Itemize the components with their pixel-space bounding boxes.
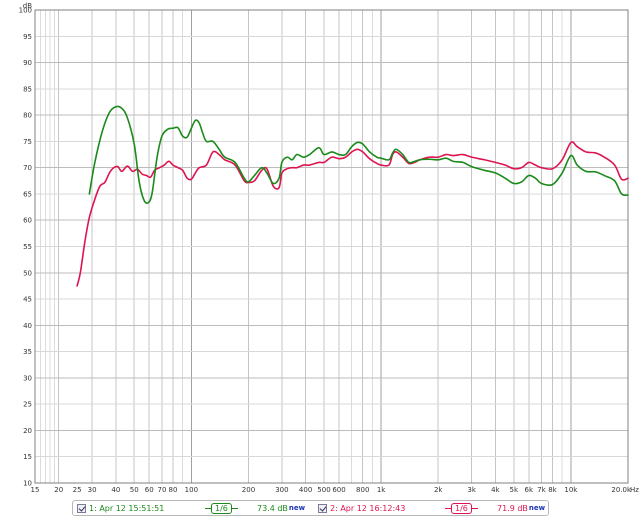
y-tick-label: 75 xyxy=(23,138,32,146)
y-tick-label: 40 xyxy=(23,322,32,330)
chart-svg: 101520253035404550556065707580859095100d… xyxy=(19,2,640,494)
y-tick-label: 55 xyxy=(23,243,32,251)
x-tick-label: 20 xyxy=(54,486,63,494)
series-2-line-swatch-right xyxy=(471,507,478,509)
series-1-level-value: 73.4 dB xyxy=(257,503,288,513)
x-tick-label: 50 xyxy=(130,486,139,494)
series-2-level-value: 71.9 dB xyxy=(497,503,528,513)
x-tick-label: 60 xyxy=(145,486,154,494)
x-tick-label: 600 xyxy=(332,486,345,494)
y-tick-label: 60 xyxy=(23,217,32,225)
x-axis-unit: Hz xyxy=(630,486,639,494)
x-tick-labels: 15 20 25 30 40 50 60 70 80 100 200 300 400 500 600 800 1… xyxy=(31,486,632,494)
y-axis-unit: dB xyxy=(23,2,32,10)
series-1-label: 1: Apr 12 15:51:51 xyxy=(89,503,165,513)
series-2-level: 71.9 dB new xyxy=(497,501,545,515)
x-tick-label: 100 xyxy=(185,486,198,494)
x-tick-label: 3k xyxy=(467,486,476,494)
x-tick-label: 2k xyxy=(434,486,443,494)
x-tick-label: 500 xyxy=(317,486,330,494)
x-tick-label: 80 xyxy=(168,486,177,494)
x-tick-label: 15 xyxy=(31,486,40,494)
y-tick-label: 85 xyxy=(23,85,32,93)
x-tick-label: 300 xyxy=(275,486,288,494)
series-1-new-tag[interactable]: new xyxy=(289,504,305,512)
x-tick-label: 200 xyxy=(242,486,255,494)
y-tick-labels: 101520253035404550556065707580859095100 xyxy=(19,7,32,488)
frequency-response-chart[interactable]: 10 15 20 25 30 35 40 45 50 55 60 65 70 75 80 85 90 95 100 d… xyxy=(0,0,640,498)
y-tick-label: 45 xyxy=(23,296,32,304)
y-tick-label: 70 xyxy=(23,164,32,172)
check-icon xyxy=(319,503,327,512)
legend-bar: 1: Apr 12 15:51:51 1/6 73.4 dB new 2: Apr… xyxy=(0,498,640,518)
x-tick-label: 8k xyxy=(548,486,557,494)
y-tick-label: 15 xyxy=(23,453,32,461)
series-2-checkbox[interactable] xyxy=(318,503,327,513)
series-1-checkbox[interactable] xyxy=(77,503,86,513)
check-icon xyxy=(78,503,86,512)
series-1-level: 73.4 dB new xyxy=(257,501,305,515)
legend-box: 1: Apr 12 15:51:51 1/6 73.4 dB new 2: Apr… xyxy=(72,500,549,516)
series-1-smoothing-badge[interactable]: 1/6 xyxy=(211,502,232,514)
x-tick-label: 70 xyxy=(157,486,166,494)
y-tick-label: 50 xyxy=(23,269,32,277)
y-tick-label: 30 xyxy=(23,374,32,382)
x-tick-label: 800 xyxy=(356,486,369,494)
y-tick-label: 80 xyxy=(23,112,32,120)
x-tick-label: 5k xyxy=(509,486,518,494)
series-2-smoothing[interactable]: 1/6 xyxy=(445,501,478,515)
x-tick-label: 1k xyxy=(377,486,386,494)
x-tick-label: 30 xyxy=(88,486,97,494)
x-tick-label: 10k xyxy=(564,486,578,494)
x-tick-label: 7k xyxy=(537,486,546,494)
legend-series-1-checkbox-wrap[interactable]: 1: Apr 12 15:51:51 xyxy=(77,501,164,515)
x-tick-label: 20.0k xyxy=(611,486,632,494)
x-tick-label: 25 xyxy=(73,486,82,494)
x-tick-label: 400 xyxy=(299,486,312,494)
x-tick-label: 4k xyxy=(491,486,500,494)
x-tick-label: 6k xyxy=(525,486,534,494)
series-1-smoothing[interactable]: 1/6 xyxy=(205,501,238,515)
y-tick-label: 25 xyxy=(23,401,32,409)
series-2-label: 2: Apr 12 16:12:43 xyxy=(330,503,406,513)
x-tick-label: 40 xyxy=(111,486,120,494)
y-tick-label: 20 xyxy=(23,427,32,435)
series-2-smoothing-badge[interactable]: 1/6 xyxy=(451,502,472,514)
legend-series-2-checkbox-wrap[interactable]: 2: Apr 12 16:12:43 xyxy=(318,501,405,515)
series-2-new-tag[interactable]: new xyxy=(529,504,545,512)
y-tick-label: 35 xyxy=(23,348,32,356)
y-tick-label: 90 xyxy=(23,59,32,67)
y-tick-label: 65 xyxy=(23,190,32,198)
series-1-line-swatch-right xyxy=(231,507,238,509)
y-tick-label: 95 xyxy=(23,33,32,41)
